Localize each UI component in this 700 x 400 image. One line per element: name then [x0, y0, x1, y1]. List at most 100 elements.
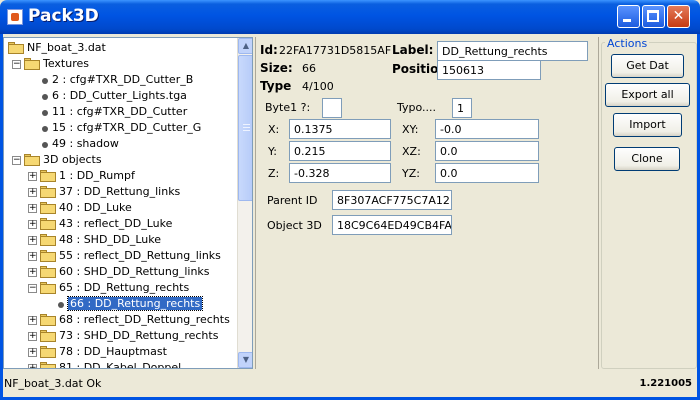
tree-leaf-node[interactable]: 6 : DD_Cutter_Lights.tga	[4, 88, 234, 104]
tree-node-label: 48 : SHD_DD_Luke	[59, 233, 162, 246]
status-message: NF_boat_3.dat Ok	[4, 377, 102, 390]
folder-icon	[40, 250, 56, 262]
clone-button[interactable]: Clone	[614, 147, 680, 171]
tree-node-label: 37 : DD_Rettung_links	[59, 185, 181, 198]
tree-node-label: 65 : DD_Rettung_rechts	[59, 281, 190, 294]
collapse-icon[interactable]: −	[12, 156, 21, 165]
title-bar[interactable]: Pack3D ✕	[0, 0, 700, 34]
folder-icon	[40, 218, 56, 230]
xz-label: XZ:	[402, 145, 421, 158]
folder-icon	[40, 170, 56, 182]
tree-folder-node[interactable]: +37 : DD_Rettung_links	[4, 184, 234, 200]
tree-folder-node[interactable]: +43 : reflect_DD_Luke	[4, 216, 234, 232]
expand-icon[interactable]: +	[28, 204, 37, 213]
tree-leaf-node[interactable]: 15 : cfg#TXR_DD_Cutter_G	[4, 120, 234, 136]
export-all-button[interactable]: Export all	[605, 83, 690, 107]
tree-node-label: 60 : SHD_DD_Rettung_links	[59, 265, 210, 278]
type-label: Type	[260, 79, 292, 93]
expand-icon[interactable]: +	[28, 316, 37, 325]
parent-id-field[interactable]: 8F307ACF775C7A12	[332, 190, 452, 210]
byte1-field[interactable]	[322, 98, 342, 118]
z-label: Z:	[268, 167, 280, 180]
z-field[interactable]: -0.328	[289, 163, 391, 183]
tree-folder-node[interactable]: +55 : reflect_DD_Rettung_links	[4, 248, 234, 264]
tree-scrollbar[interactable]: ▲ ▼	[237, 38, 252, 368]
label-field[interactable]: DD_Rettung_rechts	[437, 41, 588, 61]
typo-label: Typo....	[397, 101, 437, 114]
tree-node-label: 40 : DD_Luke	[59, 201, 132, 214]
folder-icon	[40, 330, 56, 342]
object3d-field[interactable]: 18C9C64ED49CB4FA	[332, 215, 452, 235]
expand-icon[interactable]: +	[28, 268, 37, 277]
xy-field[interactable]: -0.0	[435, 119, 539, 139]
leaf-icon	[58, 302, 64, 308]
tree-leaf-node[interactable]: 49 : shadow	[4, 136, 234, 152]
maximize-icon	[647, 10, 659, 22]
app-icon[interactable]	[7, 9, 23, 25]
version-label: 1.221005	[639, 378, 692, 389]
tree-folder-node[interactable]: +60 : SHD_DD_Rettung_links	[4, 264, 234, 280]
tree-folder-node[interactable]: NF_boat_3.dat	[4, 40, 234, 56]
expand-icon[interactable]: +	[28, 172, 37, 181]
import-button[interactable]: Import	[613, 113, 682, 137]
tree-leaf-node[interactable]: 2 : cfg#TXR_DD_Cutter_B	[4, 72, 234, 88]
byte1-label: Byte1 ?:	[265, 101, 311, 114]
scroll-grip-icon	[243, 124, 250, 125]
folder-icon	[40, 266, 56, 278]
expand-icon[interactable]: +	[28, 332, 37, 341]
position-field[interactable]: 150613	[437, 60, 541, 80]
id-value: 22FA17731D5815AF	[279, 44, 392, 57]
tree-node-label: NF_boat_3.dat	[27, 41, 106, 54]
close-button[interactable]: ✕	[667, 5, 690, 28]
tree-folder-node[interactable]: − 3D objects	[4, 152, 234, 168]
tree-node-label: 66 : DD_Rettung_rechts	[66, 296, 204, 311]
minimize-button[interactable]	[617, 5, 640, 28]
tree-leaf-node[interactable]: 11 : cfg#TXR_DD_Cutter	[4, 104, 234, 120]
splitter-left[interactable]	[255, 37, 256, 369]
scroll-grip-icon	[243, 130, 250, 131]
tree-folder-node[interactable]: +81 : DD_Kabel_Doppel	[4, 360, 234, 369]
tree-leaf-node[interactable]: 66 : DD_Rettung_rechts	[4, 296, 234, 312]
collapse-icon[interactable]: −	[28, 284, 37, 293]
splitter-right[interactable]	[598, 37, 599, 369]
scroll-down-button[interactable]: ▼	[238, 352, 252, 368]
tree-folder-node[interactable]: +1 : DD_Rumpf	[4, 168, 234, 184]
tree-folder-node[interactable]: +78 : DD_Hauptmast	[4, 344, 234, 360]
expand-icon[interactable]: +	[28, 364, 37, 368]
expand-icon[interactable]: +	[28, 252, 37, 261]
typo-field[interactable]: 1	[452, 98, 472, 118]
yz-label: YZ:	[402, 167, 420, 180]
actions-title: Actions	[605, 37, 650, 50]
tree-folder-node[interactable]: +40 : DD_Luke	[4, 200, 234, 216]
tree-node-label: 6 : DD_Cutter_Lights.tga	[52, 89, 187, 102]
get-dat-button[interactable]: Get Dat	[611, 54, 684, 78]
expand-icon[interactable]: +	[28, 348, 37, 357]
tree-node-label: 78 : DD_Hauptmast	[59, 345, 167, 358]
x-label: X:	[268, 123, 280, 136]
tree-folder-node[interactable]: +48 : SHD_DD_Luke	[4, 232, 234, 248]
yz-field[interactable]: 0.0	[435, 163, 539, 183]
scroll-thumb[interactable]	[238, 55, 252, 201]
xz-field[interactable]: 0.0	[435, 141, 539, 161]
y-label: Y:	[268, 145, 277, 158]
tree-node-label: 81 : DD_Kabel_Doppel	[59, 361, 182, 369]
file-tree[interactable]: NF_boat_3.dat − Textures 2 : cfg#TXR_DD_Cut…	[3, 37, 253, 369]
expand-icon[interactable]: +	[28, 220, 37, 229]
expand-icon[interactable]: +	[28, 188, 37, 197]
tree-node-label: 55 : reflect_DD_Rettung_links	[59, 249, 221, 262]
tree-folder-node[interactable]: − Textures	[4, 56, 234, 72]
collapse-icon[interactable]: −	[12, 60, 21, 69]
tree-folder-node[interactable]: − 65 : DD_Rettung_rechts	[4, 280, 234, 296]
tree-node-label: 49 : shadow	[52, 137, 119, 150]
tree-folder-node[interactable]: +68 : reflect_DD_Rettung_rechts	[4, 312, 234, 328]
y-field[interactable]: 0.215	[289, 141, 391, 161]
expand-icon[interactable]: +	[28, 236, 37, 245]
tree-folder-node[interactable]: +73 : SHD_DD_Rettung_rechts	[4, 328, 234, 344]
maximize-button[interactable]	[642, 5, 665, 28]
label-label: Label:	[392, 43, 434, 57]
scroll-up-button[interactable]: ▲	[238, 38, 252, 54]
leaf-icon	[42, 78, 48, 84]
tree-node-label: 3D objects	[43, 153, 102, 166]
x-field[interactable]: 0.1375	[289, 119, 391, 139]
close-icon: ✕	[672, 8, 685, 24]
